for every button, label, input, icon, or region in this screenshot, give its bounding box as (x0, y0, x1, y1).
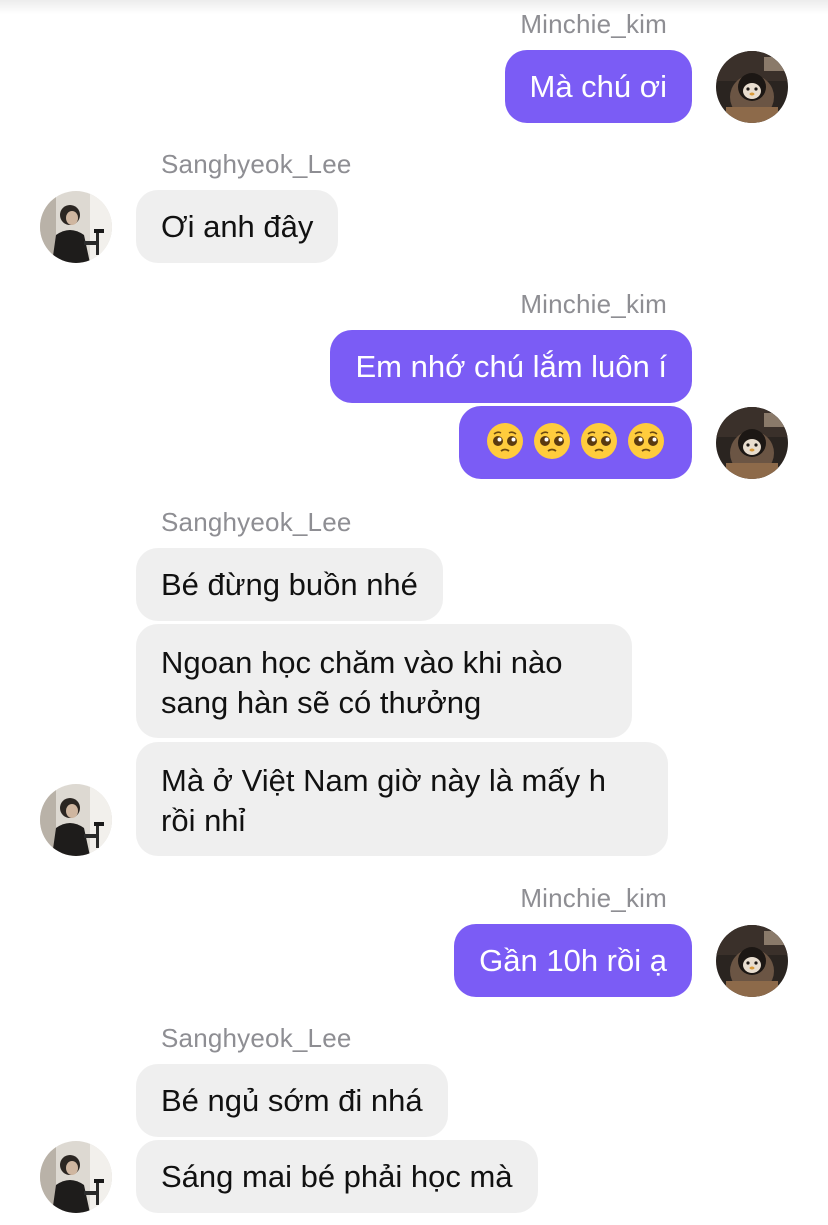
avatar-sanghyeok-image (40, 784, 112, 856)
sender-name-minchie: Minchie_kim (520, 9, 667, 39)
message-bubble-outgoing[interactable]: Gần 10h rồi ạ (454, 924, 692, 997)
avatar-sanghyeok[interactable] (40, 191, 112, 263)
message-bubble-incoming[interactable]: Ngoan học chăm vào khi nào sang hàn sẽ c… (136, 624, 632, 738)
message-bubble-incoming[interactable]: Mà ở Việt Nam giờ này là mấy h rồi nhỉ (136, 742, 668, 856)
sender-name-sanghyeok: Sanghyeok_Lee (161, 149, 352, 179)
pleading-face-icon (628, 423, 664, 459)
message-bubble-incoming[interactable]: Bé đừng buồn nhé (136, 548, 443, 621)
avatar-sanghyeok-image (40, 191, 112, 263)
avatar-minchie-image (716, 407, 788, 479)
message-bubble-emoji[interactable] (459, 406, 692, 479)
sender-name-minchie: Minchie_kim (520, 883, 667, 913)
message-bubble-outgoing[interactable]: Mà chú ơi (504, 50, 692, 123)
pleading-face-icon (487, 423, 523, 459)
top-shadow (0, 0, 828, 14)
avatar-sanghyeok[interactable] (40, 784, 112, 856)
pleading-face-icon (581, 423, 617, 459)
message-bubble-incoming[interactable]: Sáng mai bé phải học mà (136, 1140, 538, 1213)
avatar-minchie-image (716, 925, 788, 997)
avatar-minchie[interactable] (716, 407, 788, 479)
avatar-sanghyeok-image (40, 1141, 112, 1213)
pleading-face-icon (534, 423, 570, 459)
avatar-sanghyeok[interactable] (40, 1141, 112, 1213)
message-bubble-incoming[interactable]: Bé ngủ sớm đi nhá (136, 1064, 448, 1137)
avatar-minchie[interactable] (716, 925, 788, 997)
sender-name-minchie: Minchie_kim (520, 289, 667, 319)
message-bubble-incoming[interactable]: Ơi anh đây (136, 190, 339, 263)
message-bubble-outgoing[interactable]: Em nhớ chú lắm luôn í (330, 330, 692, 403)
avatar-minchie-image (716, 51, 788, 123)
avatar-minchie[interactable] (716, 51, 788, 123)
sender-name-sanghyeok: Sanghyeok_Lee (161, 1023, 352, 1053)
sender-name-sanghyeok: Sanghyeok_Lee (161, 507, 352, 537)
